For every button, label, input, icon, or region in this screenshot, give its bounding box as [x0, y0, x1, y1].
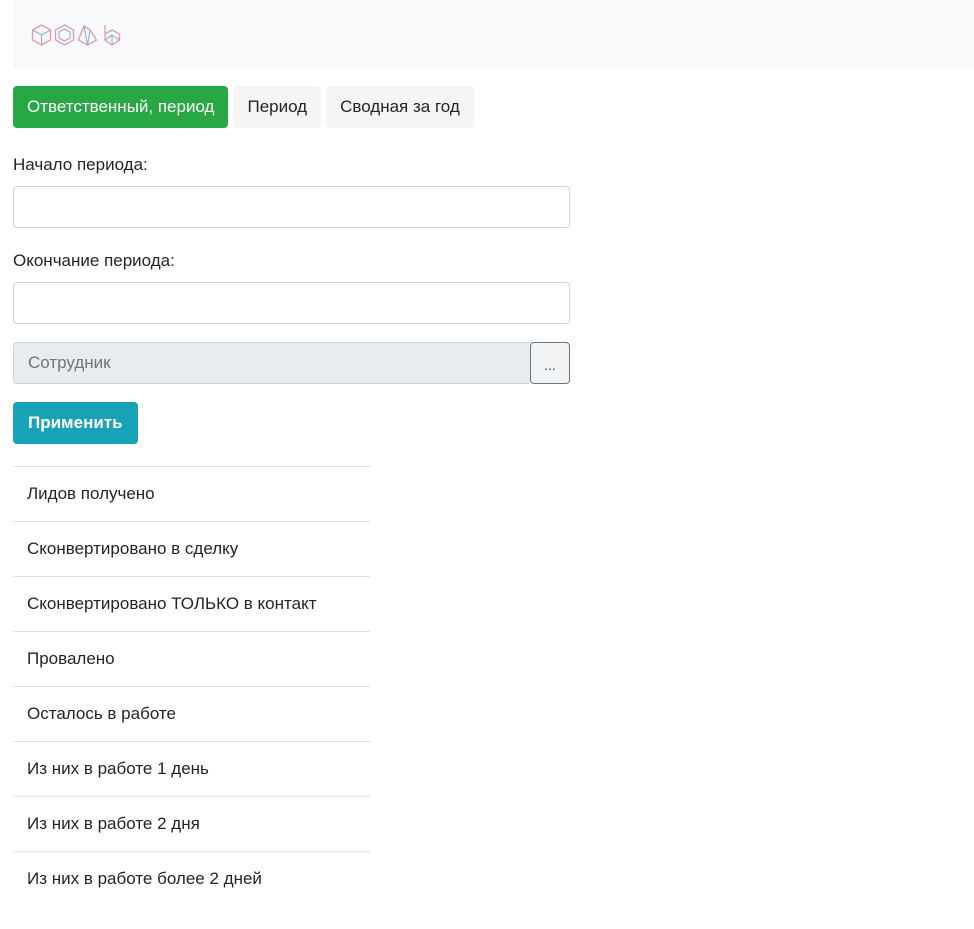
- start-period-label: Начало периода:: [13, 155, 148, 174]
- cube-logo-icon: [31, 24, 52, 46]
- app-logo: [31, 24, 121, 46]
- stats-item-leads-received: Лидов получено: [13, 466, 370, 521]
- cube-logo-icon: [77, 25, 98, 46]
- end-period-label: Окончание периода:: [13, 251, 175, 270]
- employee-selector: ...: [13, 342, 570, 384]
- tab-period[interactable]: Период: [233, 86, 322, 128]
- apply-button[interactable]: Применить: [13, 402, 138, 444]
- cube-logo-icon: [104, 25, 121, 46]
- app-header: [13, 0, 974, 69]
- cube-logo-icon: [54, 24, 75, 46]
- employee-pick-button[interactable]: ...: [530, 342, 570, 384]
- end-period-input[interactable]: [13, 282, 570, 324]
- stats-item-in-progress-1-day: Из них в работе 1 день: [13, 741, 370, 796]
- stats-item-in-progress-over-2-days: Из них в работе более 2 дней: [13, 851, 370, 906]
- tab-responsible-period[interactable]: Ответственный, период: [13, 86, 229, 128]
- stats-list: Лидов получено Сконвертировано в сделку …: [13, 466, 370, 906]
- stats-item-in-progress: Осталось в работе: [13, 686, 370, 741]
- stats-item-converted-to-deal: Сконвертировано в сделку: [13, 521, 370, 576]
- tab-yearly-summary[interactable]: Сводная за год: [326, 86, 474, 128]
- report-tabs: Ответственный, период Период Сводная за …: [13, 86, 474, 128]
- stats-item-converted-to-contact-only: Сконвертировано ТОЛЬКО в контакт: [13, 576, 370, 631]
- stats-item-failed: Провалено: [13, 631, 370, 686]
- start-period-input[interactable]: [13, 186, 570, 228]
- employee-input[interactable]: [13, 342, 530, 384]
- stats-item-in-progress-2-days: Из них в работе 2 дня: [13, 796, 370, 851]
